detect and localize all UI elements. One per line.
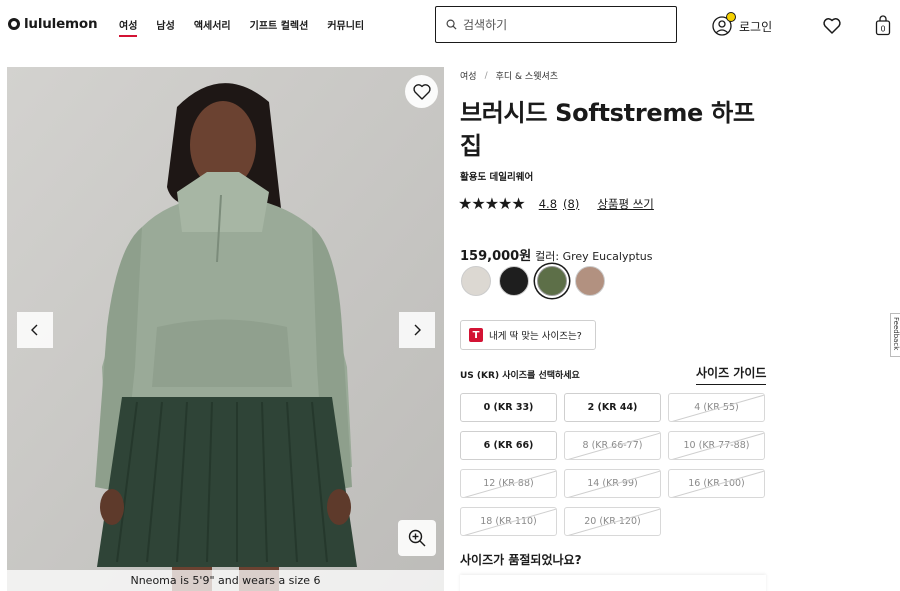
size-guide-link[interactable]: 사이즈 가이드 — [696, 364, 767, 385]
breadcrumb-separator: / — [484, 70, 488, 81]
breadcrumb-item-hoodies[interactable]: 후디 & 스웻셔츠 — [496, 69, 558, 82]
breadcrumb-item-women[interactable]: 여성 — [460, 69, 477, 82]
fit-finder-button[interactable]: T 내게 딱 맞는 사이즈는? — [460, 320, 596, 350]
color-swatch-selected[interactable] — [537, 266, 567, 296]
size-option[interactable]: 0 (KR 33) — [460, 393, 557, 422]
model-caption: Nneoma is 5'9" and wears a size 6 — [7, 570, 444, 591]
product-subtitle: 활용도 데일리웨어 — [460, 172, 534, 183]
chevron-left-icon — [31, 324, 38, 336]
write-review-link[interactable]: 상품평 쓰기 — [597, 196, 654, 212]
shopping-bag-icon[interactable]: 0 — [875, 14, 891, 36]
product-price: 159,000원 — [460, 249, 532, 264]
zoom-button[interactable] — [398, 520, 436, 556]
rating-value[interactable]: 4.8 — [539, 197, 557, 211]
zoom-in-icon — [408, 529, 426, 547]
size-option[interactable]: 16 (KR 100) — [668, 469, 765, 498]
size-option[interactable]: 18 (KR 110) — [460, 507, 557, 536]
login-button[interactable]: 로그인 — [711, 12, 773, 38]
feedback-tab[interactable]: Feedback — [890, 313, 900, 357]
add-to-wishlist-button[interactable] — [405, 75, 438, 108]
feedback-label: Feedback — [892, 317, 900, 351]
size-option[interactable]: 2 (KR 44) — [564, 393, 661, 422]
size-grid: 0 (KR 33) 2 (KR 44) 4 (KR 55) 6 (KR 66) … — [460, 393, 766, 536]
site-header: lululemon 여성 남성 액세서리 기프트 컬렉션 커뮤니티 로그인 0 — [0, 0, 900, 52]
main-nav: 여성 남성 액세서리 기프트 컬렉션 커뮤니티 — [119, 17, 383, 37]
color-swatch[interactable] — [575, 266, 605, 296]
next-image-button[interactable] — [399, 312, 435, 348]
wishlist-heart-icon[interactable] — [822, 16, 842, 36]
color-swatch[interactable] — [461, 266, 491, 296]
size-option[interactable]: 10 (KR 77-88) — [668, 431, 765, 460]
search-icon — [446, 19, 457, 30]
size-option[interactable]: 6 (KR 66) — [460, 431, 557, 460]
star-rating-icon: ★★★★★ — [458, 194, 526, 213]
nav-item-community[interactable]: 커뮤니티 — [327, 17, 364, 37]
search-bar[interactable] — [435, 6, 677, 43]
chevron-right-icon — [414, 324, 421, 336]
product-image[interactable] — [7, 67, 444, 591]
heart-icon — [412, 83, 431, 100]
fit-finder-label: 내게 딱 맞는 사이즈는? — [489, 331, 582, 342]
nav-item-men[interactable]: 남성 — [156, 17, 174, 37]
bottom-panel — [460, 575, 766, 591]
logo-text: lululemon — [24, 16, 98, 32]
size-option[interactable]: 4 (KR 55) — [668, 393, 765, 422]
notification-dot — [726, 12, 736, 22]
search-input[interactable] — [463, 17, 663, 32]
product-photo — [7, 67, 444, 591]
size-option[interactable]: 8 (KR 66-77) — [564, 431, 661, 460]
size-option[interactable]: 12 (KR 88) — [460, 469, 557, 498]
logo[interactable]: lululemon — [8, 16, 98, 32]
rating-row: ★★★★★ 4.8 (8) 상품평 쓰기 — [458, 194, 654, 213]
nav-item-accessories[interactable]: 액세서리 — [194, 17, 231, 37]
sold-out-question[interactable]: 사이즈가 품절되었나요? — [460, 551, 582, 568]
nav-item-women[interactable]: 여성 — [119, 17, 138, 37]
review-count[interactable]: (8) — [563, 197, 579, 211]
color-swatch[interactable] — [499, 266, 529, 296]
nav-item-gift-collection[interactable]: 기프트 컬렉션 — [250, 17, 309, 37]
size-select-label: US (KR) 사이즈를 선택하세요 — [460, 371, 580, 381]
price-color-row: 159,000원 컬러: Grey Eucalyptus — [460, 245, 652, 264]
color-swatches — [461, 266, 605, 296]
bag-count: 0 — [880, 25, 885, 34]
lululemon-logo-icon — [8, 18, 20, 30]
user-icon — [711, 12, 736, 38]
fit-finder-logo-icon: T — [469, 328, 483, 342]
product-title: 브러시드 Softstreme 하프 집 — [460, 99, 755, 160]
selected-color-label: 컬러: Grey Eucalyptus — [535, 250, 653, 263]
breadcrumb: 여성 / 후디 & 스웻셔츠 — [460, 69, 558, 83]
previous-image-button[interactable] — [17, 312, 53, 348]
size-option[interactable]: 14 (KR 99) — [564, 469, 661, 498]
size-option[interactable]: 20 (KR 120) — [564, 507, 661, 536]
login-label: 로그인 — [739, 19, 773, 34]
